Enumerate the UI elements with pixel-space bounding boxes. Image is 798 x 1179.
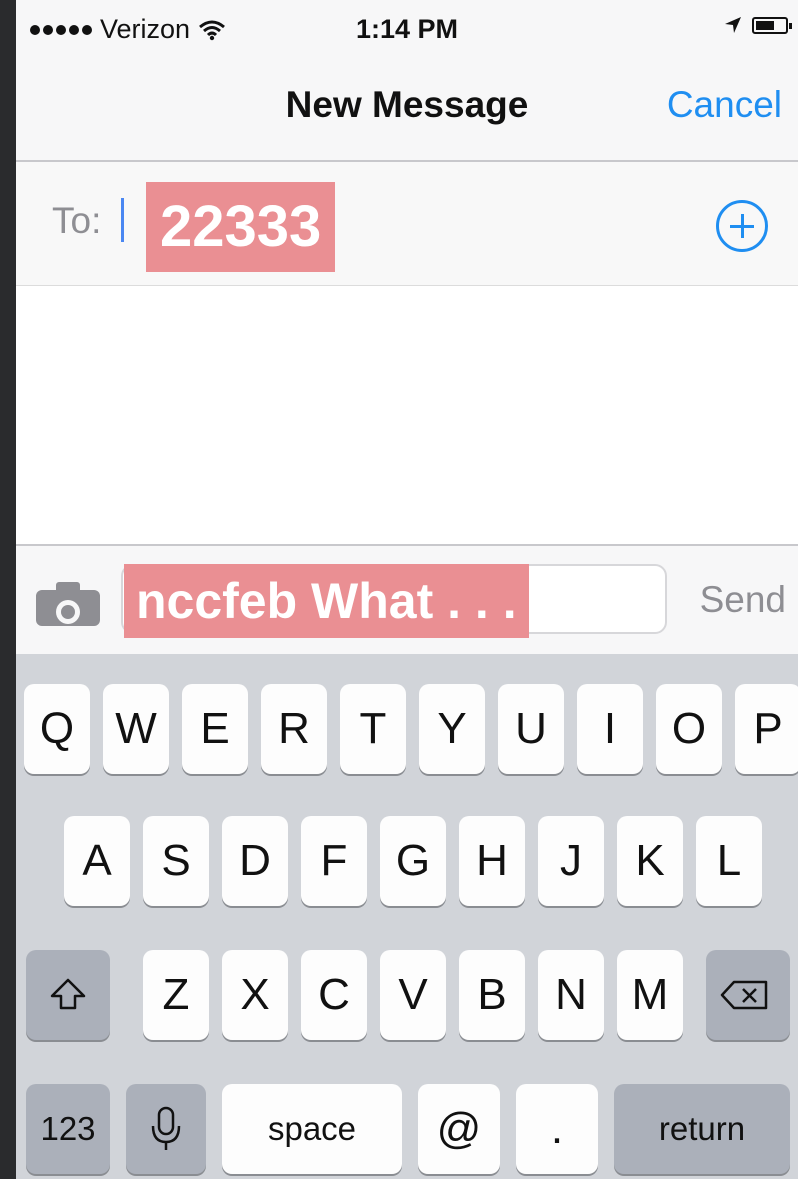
letter-key[interactable]: T — [340, 684, 406, 774]
shift-icon — [50, 978, 86, 1010]
letter-key[interactable]: C — [301, 950, 367, 1040]
letter-key-label: W — [115, 704, 157, 753]
letter-key[interactable]: Z — [143, 950, 209, 1040]
wifi-icon — [199, 20, 226, 40]
carrier-name: Verizon — [100, 14, 191, 44]
return-key[interactable]: return — [614, 1084, 790, 1174]
letter-key[interactable]: B — [459, 950, 525, 1040]
letter-key[interactable]: Y — [419, 684, 485, 774]
letter-key[interactable]: N — [538, 950, 604, 1040]
letter-key-label: C — [318, 970, 350, 1019]
status-time: 1:14 PM — [356, 14, 459, 44]
compose-bar: nccfeb What . . . Send — [16, 544, 798, 654]
letter-key-label: F — [320, 836, 348, 885]
letter-key-label: T — [359, 704, 387, 753]
microphone-icon — [151, 1106, 181, 1150]
letter-key[interactable]: M — [617, 950, 683, 1040]
space-key-label: space — [267, 1110, 357, 1147]
letter-key-label: R — [278, 704, 310, 753]
letter-key[interactable]: U — [498, 684, 564, 774]
microphone-key[interactable] — [126, 1084, 206, 1174]
letter-key-label: B — [477, 970, 507, 1019]
shift-key[interactable] — [26, 950, 110, 1040]
letter-key-label: G — [395, 836, 431, 885]
letter-key[interactable]: F — [301, 816, 367, 906]
letter-key[interactable]: A — [64, 816, 130, 906]
letter-key[interactable]: P — [735, 684, 798, 774]
period-key[interactable]: . — [516, 1084, 598, 1174]
letter-key[interactable]: E — [182, 684, 248, 774]
letter-key[interactable]: J — [538, 816, 604, 906]
recipient-input[interactable]: 22333 — [146, 182, 336, 272]
status-right — [724, 16, 792, 34]
letter-key[interactable]: W — [103, 684, 169, 774]
to-label: To: — [52, 200, 102, 241]
send-button[interactable]: Send — [700, 579, 786, 621]
letter-key-label: D — [239, 836, 271, 885]
letter-key-label: I — [603, 704, 617, 753]
letter-key[interactable]: I — [577, 684, 643, 774]
add-contact-icon[interactable] — [716, 200, 768, 252]
letter-key-label: Z — [162, 970, 190, 1019]
letter-key[interactable]: R — [261, 684, 327, 774]
letter-key[interactable]: L — [696, 816, 762, 906]
letter-key-label: V — [398, 970, 428, 1019]
message-text: nccfeb What . . . — [124, 564, 529, 638]
at-key-label: @ — [436, 1104, 482, 1153]
letter-key[interactable]: H — [459, 816, 525, 906]
cancel-button[interactable]: Cancel — [667, 84, 782, 126]
delete-icon — [720, 980, 768, 1010]
nav-bar: New Message Cancel — [16, 62, 798, 162]
message-thread-area — [16, 286, 798, 544]
letter-key[interactable]: O — [656, 684, 722, 774]
letter-key[interactable]: D — [222, 816, 288, 906]
letter-key[interactable]: V — [380, 950, 446, 1040]
letter-key-label: L — [716, 836, 742, 885]
return-key-label: return — [658, 1110, 746, 1147]
letter-key-label: U — [515, 704, 547, 753]
letter-key-label: Q — [39, 704, 75, 753]
letter-key-label: X — [240, 970, 270, 1019]
letter-key-label: K — [635, 836, 665, 885]
letter-key[interactable]: G — [380, 816, 446, 906]
battery-icon — [752, 16, 792, 34]
period-key-label: . — [550, 1104, 564, 1153]
letter-key[interactable]: K — [617, 816, 683, 906]
status-left: Verizon — [30, 14, 226, 45]
camera-icon[interactable] — [36, 582, 100, 626]
status-bar: Verizon 1:14 PM — [16, 0, 798, 62]
letter-key-label: O — [671, 704, 707, 753]
numbers-key[interactable]: 123 — [26, 1084, 110, 1174]
letter-key-label: P — [753, 704, 783, 753]
to-field-row[interactable]: To: 22333 — [16, 162, 798, 286]
delete-key[interactable] — [706, 950, 790, 1040]
space-key[interactable]: space — [222, 1084, 402, 1174]
numbers-key-label: 123 — [40, 1110, 96, 1147]
at-key[interactable]: @ — [418, 1084, 500, 1174]
letter-key[interactable]: X — [222, 950, 288, 1040]
letter-key-label: N — [555, 970, 587, 1019]
letter-key-label: M — [631, 970, 669, 1019]
letter-key[interactable]: S — [143, 816, 209, 906]
location-arrow-icon — [725, 17, 741, 33]
keyboard: QWERTYUIOP ASDFGHJKL ZXCVBNM 123 space @… — [16, 654, 798, 1179]
letter-key-label: Y — [437, 704, 467, 753]
letter-key-label: E — [200, 704, 230, 753]
phone-screen: Verizon 1:14 PM New Message Cancel To: 2… — [16, 0, 798, 1179]
text-cursor — [121, 198, 124, 242]
letter-key-label: A — [82, 836, 112, 885]
letter-key-label: S — [161, 836, 191, 885]
letter-key-label: H — [476, 836, 508, 885]
letter-key-label: J — [560, 836, 582, 885]
signal-dots-icon — [30, 24, 92, 35]
letter-key[interactable]: Q — [24, 684, 90, 774]
